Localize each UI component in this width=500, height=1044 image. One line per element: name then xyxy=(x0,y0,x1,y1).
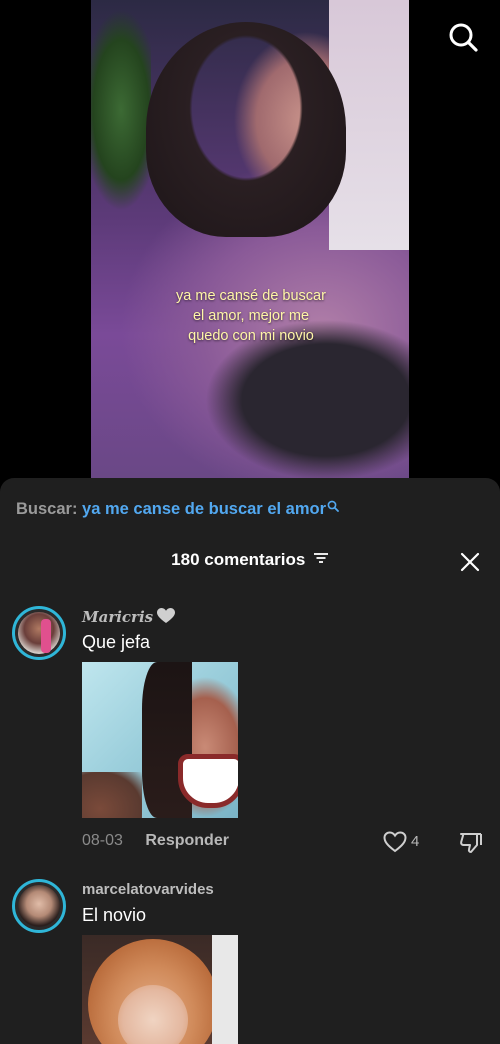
search-query-link[interactable]: ya me canse de buscar el amor xyxy=(82,500,326,518)
comment-gif[interactable] xyxy=(82,935,238,1044)
search-prefix: Buscar: xyxy=(16,500,78,518)
heart-outline-icon xyxy=(383,831,407,853)
comment-text: Que jefa xyxy=(82,632,151,652)
comments-header: 180 comentarios xyxy=(0,550,500,580)
reply-button[interactable]: Responder xyxy=(145,832,229,849)
filter-icon[interactable] xyxy=(313,551,329,570)
close-icon[interactable] xyxy=(460,552,480,572)
like-button[interactable]: 4 xyxy=(383,831,443,855)
video-caption: ya me cansé de buscar el amor, mejor me … xyxy=(176,288,326,344)
avatar[interactable] xyxy=(12,879,66,933)
comments-panel: Buscar: ya me canse de buscar el amor 18… xyxy=(0,478,500,1044)
comment-date: 08-03 xyxy=(82,832,123,849)
video-frame[interactable]: ya me cansé de buscar el amor, mejor me … xyxy=(91,0,409,478)
video-player[interactable]: ya me cansé de buscar el amor, mejor me … xyxy=(0,0,500,490)
comment-gif[interactable] xyxy=(82,662,238,818)
avatar[interactable] xyxy=(12,606,66,660)
heart-icon xyxy=(157,608,176,628)
search-suggestion[interactable]: Buscar: ya me canse de buscar el amor xyxy=(16,500,339,519)
dislike-button[interactable] xyxy=(458,831,484,855)
thumbs-down-icon xyxy=(460,833,482,853)
comments-count: 180 comentarios xyxy=(171,550,306,569)
comment-username[interactable]: Maricris xyxy=(82,608,176,628)
background-tree xyxy=(91,10,151,220)
comment-meta: 08-03 Responder xyxy=(82,832,229,850)
comment-text: El novio xyxy=(82,905,147,925)
like-count: 4 xyxy=(411,833,420,850)
search-icon[interactable] xyxy=(448,22,478,52)
search-mini-icon xyxy=(327,498,339,517)
comment-username[interactable]: marcelatovarvides xyxy=(82,881,214,898)
person-figure xyxy=(146,22,346,237)
